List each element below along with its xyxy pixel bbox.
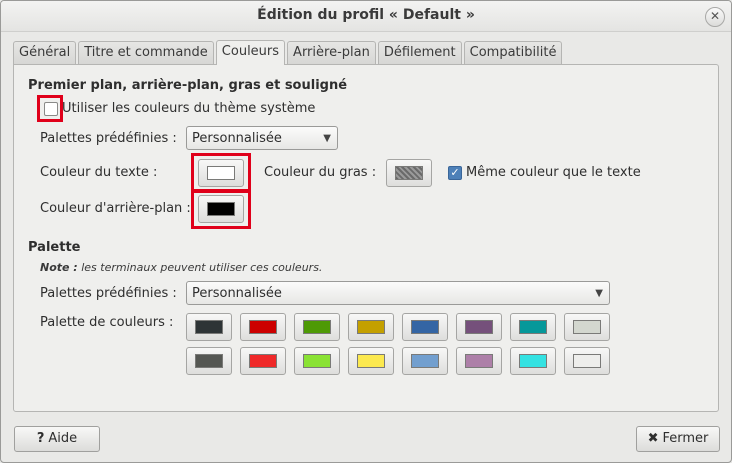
chevron-down-icon: ▼ xyxy=(595,288,603,299)
palette-color-button[interactable] xyxy=(294,347,340,375)
palette-color-button[interactable] xyxy=(564,347,610,375)
palette-note: Note : les terminaux peuvent utiliser ce… xyxy=(40,261,322,274)
highlight-box xyxy=(191,189,251,229)
palette-color-button[interactable] xyxy=(186,347,232,375)
bg-color-label: Couleur d'arrière-plan : xyxy=(40,201,191,216)
close-window-icon[interactable]: ✕ xyxy=(705,7,725,27)
palette-builtin-schemes-value: Personnalisée xyxy=(192,286,282,301)
palette-color-button[interactable] xyxy=(348,313,394,341)
tab-colors[interactable]: Couleurs xyxy=(215,40,286,65)
same-as-text-checkbox[interactable]: ✓ xyxy=(448,166,462,180)
bold-color-button[interactable] xyxy=(386,159,432,187)
palette-color-swatch xyxy=(357,354,385,368)
palette-note-text: les terminaux peuvent utiliser ces coule… xyxy=(81,261,323,274)
tab-compatibility[interactable]: Compatibilité xyxy=(463,41,563,64)
palette-color-button[interactable] xyxy=(402,347,448,375)
palette-color-swatch xyxy=(249,320,277,334)
palette-color-swatch xyxy=(519,320,547,334)
tab-title-command[interactable]: Titre et commande xyxy=(78,41,214,64)
palette-builtin-schemes-label: Palettes prédéfinies : xyxy=(40,286,177,301)
tab-background[interactable]: Arrière-plan xyxy=(287,41,376,64)
palette-colors-label: Palette de couleurs : xyxy=(40,315,174,330)
palette-color-swatch xyxy=(573,354,601,368)
fg-builtin-schemes-value: Personnalisée xyxy=(192,131,282,146)
palette-color-swatch xyxy=(411,320,439,334)
palette-color-swatch xyxy=(465,320,493,334)
tab-bar: Général Titre et commande Couleurs Arriè… xyxy=(13,40,564,65)
bold-color-swatch xyxy=(395,166,423,180)
palette-color-button[interactable] xyxy=(456,313,502,341)
palette-color-swatch xyxy=(357,320,385,334)
tab-general[interactable]: Général xyxy=(13,41,77,64)
palette-color-swatch xyxy=(465,354,493,368)
window-title: Édition du profil « Default » xyxy=(257,7,475,23)
chevron-down-icon: ▼ xyxy=(323,133,331,144)
palette-color-swatch xyxy=(195,320,223,334)
fg-builtin-schemes-combo[interactable]: Personnalisée ▼ xyxy=(186,126,338,150)
titlebar: Édition du profil « Default » ✕ xyxy=(1,1,731,32)
palette-color-swatch xyxy=(303,320,331,334)
highlight-box xyxy=(37,95,63,122)
text-color-label: Couleur du texte : xyxy=(40,165,158,180)
palette-color-button[interactable] xyxy=(240,313,286,341)
palette-color-swatch xyxy=(249,354,277,368)
profile-dialog: Édition du profil « Default » ✕ Général … xyxy=(0,0,732,463)
palette-color-button[interactable] xyxy=(240,347,286,375)
palette-color-button[interactable] xyxy=(456,347,502,375)
palette-section-heading: Palette xyxy=(28,240,81,255)
palette-color-swatch xyxy=(195,354,223,368)
use-theme-colors-label: Utiliser les couleurs du thème système xyxy=(62,101,316,116)
palette-builtin-schemes-combo[interactable]: Personnalisée ▼ xyxy=(186,281,610,305)
palette-color-button[interactable] xyxy=(348,347,394,375)
bold-color-label: Couleur du gras : xyxy=(264,165,377,180)
palette-color-button[interactable] xyxy=(294,313,340,341)
help-label: Aide xyxy=(48,431,78,446)
help-icon: ? xyxy=(36,431,45,446)
same-as-text-label: Même couleur que le texte xyxy=(466,165,641,180)
palette-color-button[interactable] xyxy=(186,313,232,341)
palette-grid xyxy=(186,313,616,383)
help-button[interactable]: ? Aide xyxy=(14,426,100,452)
close-label: Fermer xyxy=(662,431,709,446)
palette-note-prefix: Note : xyxy=(40,261,78,274)
palette-color-swatch xyxy=(573,320,601,334)
close-icon: ✖ xyxy=(647,431,659,446)
palette-color-swatch xyxy=(519,354,547,368)
palette-color-swatch xyxy=(303,354,331,368)
palette-color-button[interactable] xyxy=(564,313,610,341)
palette-color-button[interactable] xyxy=(510,347,556,375)
fg-section-heading: Premier plan, arrière-plan, gras et soul… xyxy=(28,78,348,93)
palette-color-button[interactable] xyxy=(510,313,556,341)
highlight-box xyxy=(191,153,251,193)
palette-color-swatch xyxy=(411,354,439,368)
close-button[interactable]: ✖ Fermer xyxy=(636,426,720,452)
colors-panel: Premier plan, arrière-plan, gras et soul… xyxy=(13,64,719,412)
fg-builtin-schemes-label: Palettes prédéfinies : xyxy=(40,131,177,146)
tab-scrolling[interactable]: Défilement xyxy=(377,41,462,64)
palette-color-button[interactable] xyxy=(402,313,448,341)
